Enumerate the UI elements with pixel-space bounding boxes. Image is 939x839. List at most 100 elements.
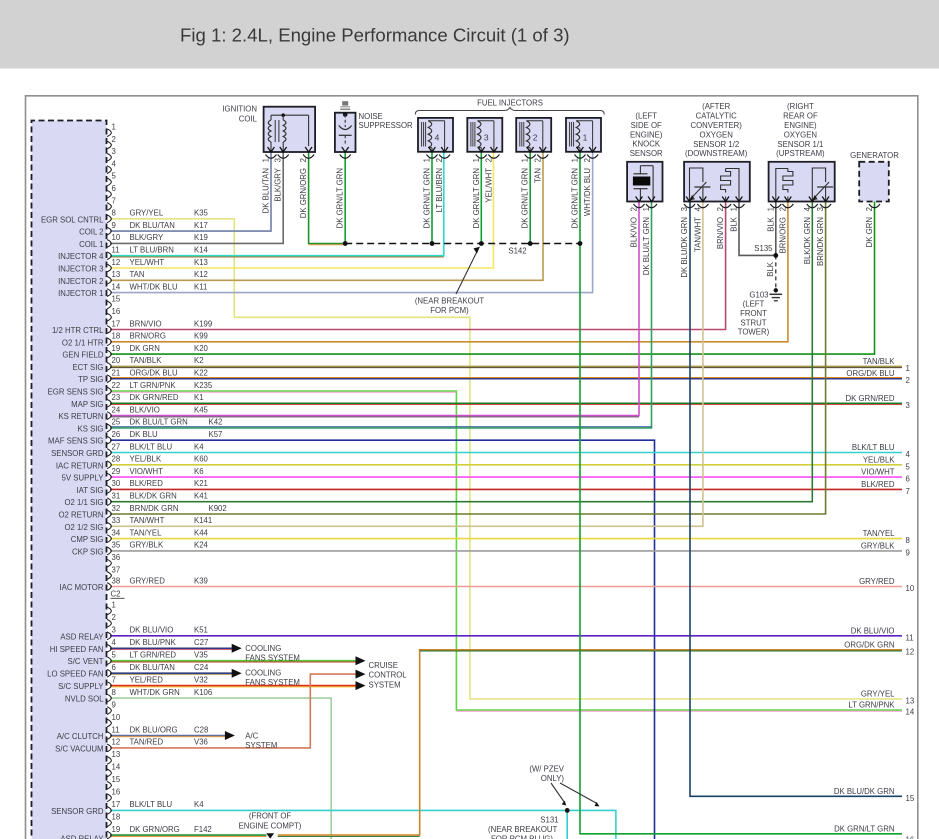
svg-text:GRY/RED: GRY/RED xyxy=(130,576,166,585)
svg-text:3: 3 xyxy=(112,626,116,635)
svg-text:16: 16 xyxy=(906,835,915,839)
svg-text:K35: K35 xyxy=(194,209,209,218)
svg-text:BLK/VIO: BLK/VIO xyxy=(130,405,160,414)
svg-text:LT GRN/PNK: LT GRN/PNK xyxy=(848,701,895,710)
svg-text:VIO/WHT: VIO/WHT xyxy=(130,467,164,476)
svg-text:FOR PCM PLUG): FOR PCM PLUG) xyxy=(491,835,553,839)
svg-text:11: 11 xyxy=(906,633,914,642)
svg-text:38: 38 xyxy=(112,576,121,585)
svg-text:DK BLU/TAN: DK BLU/TAN xyxy=(262,168,271,213)
svg-text:DK GRN: DK GRN xyxy=(130,344,160,353)
svg-text:12: 12 xyxy=(112,738,121,747)
svg-text:(FRONT OF: (FRONT OF xyxy=(249,812,292,821)
svg-text:MAF SENS SIG: MAF SENS SIG xyxy=(48,437,103,446)
svg-text:S/C SUPPLY: S/C SUPPLY xyxy=(58,682,104,691)
svg-text:FANS SYSTEM: FANS SYSTEM xyxy=(245,678,300,687)
svg-text:BLK/DK GRN: BLK/DK GRN xyxy=(803,217,812,264)
svg-text:TAN/WHT: TAN/WHT xyxy=(130,516,165,525)
svg-text:K11: K11 xyxy=(194,282,207,291)
svg-text:YEL/BLK: YEL/BLK xyxy=(130,455,162,464)
svg-text:V32: V32 xyxy=(194,675,208,684)
svg-text:3: 3 xyxy=(816,207,825,211)
svg-text:STRUT: STRUT xyxy=(741,318,767,327)
svg-text:SYSTEM: SYSTEM xyxy=(245,741,277,750)
svg-text:G103: G103 xyxy=(749,290,768,299)
svg-text:5: 5 xyxy=(112,172,117,181)
svg-text:K44: K44 xyxy=(194,528,209,537)
svg-text:2: 2 xyxy=(630,207,639,211)
svg-text:O2 1/1 HTR: O2 1/1 HTR xyxy=(62,338,104,347)
svg-text:DK GRN/RED: DK GRN/RED xyxy=(130,393,179,402)
svg-text:DK BLU/VIO: DK BLU/VIO xyxy=(851,626,895,635)
svg-text:DK GRN/LT GRN: DK GRN/LT GRN xyxy=(336,168,345,228)
svg-text:WHT/DK BLU: WHT/DK BLU xyxy=(130,282,178,291)
svg-text:4: 4 xyxy=(112,159,117,168)
svg-text:DK BLU/PNK: DK BLU/PNK xyxy=(130,638,177,647)
svg-text:TAN/WHT: TAN/WHT xyxy=(693,217,702,252)
svg-text:33: 33 xyxy=(112,516,121,525)
svg-text:DK BLU/LT GRN: DK BLU/LT GRN xyxy=(642,217,651,275)
svg-text:SENSOR GRD: SENSOR GRD xyxy=(51,807,104,816)
svg-text:K39: K39 xyxy=(194,576,208,585)
svg-text:4: 4 xyxy=(435,132,440,142)
svg-text:BLK/RED: BLK/RED xyxy=(861,480,895,489)
svg-text:CATALYTIC: CATALYTIC xyxy=(696,112,738,121)
svg-text:DK BLU/DK GRN: DK BLU/DK GRN xyxy=(680,217,689,278)
svg-text:DK GRN/ORG: DK GRN/ORG xyxy=(130,825,180,834)
svg-text:2: 2 xyxy=(778,207,787,211)
svg-text:DK BLU/TAN: DK BLU/TAN xyxy=(130,221,175,230)
svg-text:YEL/WHT: YEL/WHT xyxy=(484,168,493,203)
svg-text:K902: K902 xyxy=(209,504,227,513)
svg-text:2: 2 xyxy=(435,158,444,162)
svg-text:ORG/DK GRN: ORG/DK GRN xyxy=(844,640,894,649)
svg-text:13: 13 xyxy=(112,270,121,279)
svg-text:BLK: BLK xyxy=(766,261,775,277)
svg-text:YEL/BLK: YEL/BLK xyxy=(863,455,895,464)
svg-text:LT GRN/RED: LT GRN/RED xyxy=(130,651,177,660)
svg-text:DK GRN/LT GRN: DK GRN/LT GRN xyxy=(472,168,481,228)
svg-text:BLK/LT BLU: BLK/LT BLU xyxy=(130,800,173,809)
svg-text:23: 23 xyxy=(112,393,121,402)
svg-text:DK GRN/RED: DK GRN/RED xyxy=(846,394,895,403)
svg-text:CRUISE: CRUISE xyxy=(369,661,398,670)
svg-text:DK BLU/DK GRN: DK BLU/DK GRN xyxy=(834,787,895,796)
svg-text:K57: K57 xyxy=(209,430,223,439)
svg-text:GRY/BLK: GRY/BLK xyxy=(861,541,895,550)
svg-text:32: 32 xyxy=(112,504,121,513)
svg-text:DK BLU: DK BLU xyxy=(130,430,159,439)
svg-text:27: 27 xyxy=(112,442,121,451)
svg-text:6: 6 xyxy=(906,475,910,484)
svg-text:34: 34 xyxy=(112,528,121,537)
svg-text:VIO/WHT: VIO/WHT xyxy=(861,468,895,477)
svg-text:2: 2 xyxy=(533,158,542,162)
svg-text:TOWER): TOWER) xyxy=(738,328,770,337)
svg-text:CMP SIG: CMP SIG xyxy=(71,535,104,544)
svg-text:ORG/DK BLU: ORG/DK BLU xyxy=(130,369,178,378)
svg-text:BLK/GRY: BLK/GRY xyxy=(130,233,164,242)
svg-text:K21: K21 xyxy=(194,479,208,488)
svg-text:C28: C28 xyxy=(194,725,208,734)
svg-text:REAR OF: REAR OF xyxy=(783,112,818,121)
svg-text:Fig 1: 2.4L, Engine Performanc: Fig 1: 2.4L, Engine Performance Circuit … xyxy=(180,25,570,46)
svg-text:GEN FIELD: GEN FIELD xyxy=(62,351,104,360)
svg-text:GENERATOR: GENERATOR xyxy=(850,151,899,160)
svg-text:16: 16 xyxy=(112,788,121,797)
svg-text:DK GRN/ORG: DK GRN/ORG xyxy=(299,168,308,218)
svg-text:COIL: COIL xyxy=(239,115,258,124)
svg-text:(RIGHT: (RIGHT xyxy=(787,102,814,111)
svg-text:IAT SIG: IAT SIG xyxy=(76,486,103,495)
svg-text:ORG/DK BLU: ORG/DK BLU xyxy=(846,369,894,378)
svg-text:SENSOR 1/2: SENSOR 1/2 xyxy=(693,140,739,149)
svg-text:C2: C2 xyxy=(111,590,121,599)
svg-text:ASD RELAY: ASD RELAY xyxy=(60,632,104,641)
svg-text:K141: K141 xyxy=(194,516,212,525)
svg-text:TAN/YEL: TAN/YEL xyxy=(130,528,163,537)
svg-text:GRY/RED: GRY/RED xyxy=(859,577,895,586)
svg-text:WHT/DK GRN: WHT/DK GRN xyxy=(130,688,180,697)
svg-text:IAC RETURN: IAC RETURN xyxy=(56,461,104,470)
svg-text:17: 17 xyxy=(112,319,121,328)
svg-text:9: 9 xyxy=(906,548,910,557)
svg-text:BLK: BLK xyxy=(766,216,775,232)
svg-text:2: 2 xyxy=(533,132,538,142)
svg-text:20: 20 xyxy=(112,356,121,365)
